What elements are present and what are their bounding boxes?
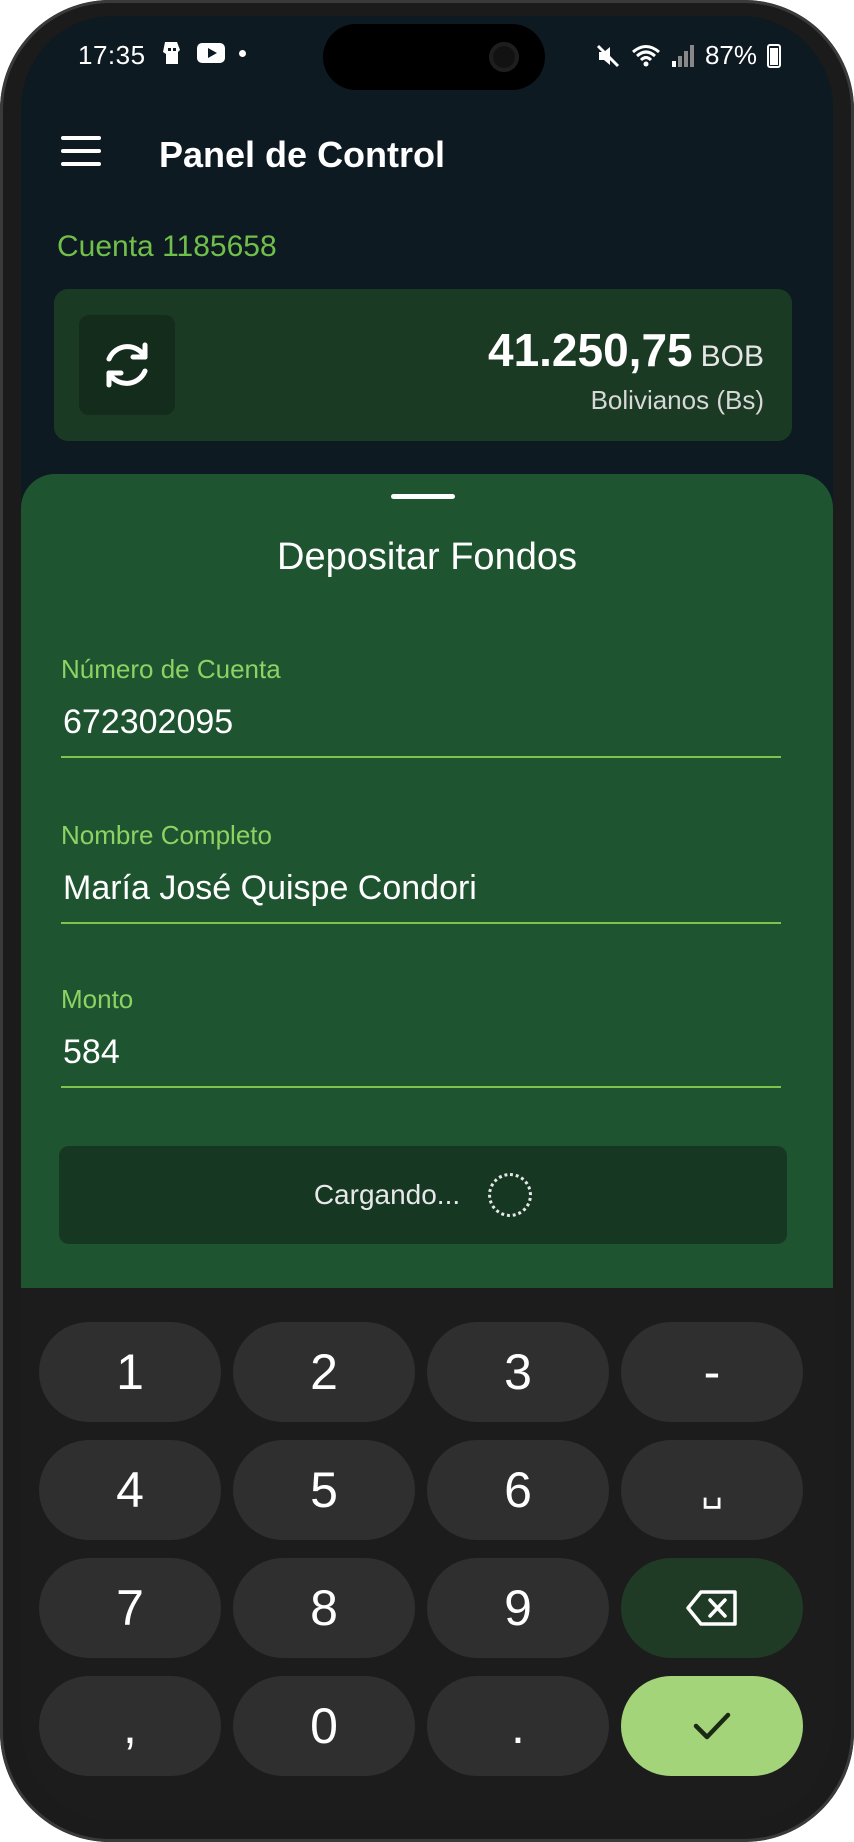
- numeric-keypad: 1 2 3 - 4 5 6 ␣ 7 8 9 , 0 .: [21, 1288, 833, 1821]
- confirm-key[interactable]: [621, 1676, 803, 1776]
- backspace-key[interactable]: [621, 1558, 803, 1658]
- balance-amount: 41.250,75 BOB: [488, 323, 764, 377]
- key-0[interactable]: 0: [233, 1676, 415, 1776]
- field-label: Monto: [61, 984, 134, 1014]
- key-7[interactable]: 7: [39, 1558, 221, 1658]
- key-4[interactable]: 4: [39, 1440, 221, 1540]
- battery-percent: 87%: [704, 40, 757, 70]
- checkmark-icon: [693, 1712, 731, 1740]
- camera-cutout: [323, 24, 545, 90]
- key-6[interactable]: 6: [427, 1440, 609, 1540]
- deposit-bottom-sheet: Depositar Fondos Número de Cuenta 672302…: [21, 474, 833, 1334]
- field-value[interactable]: María José Quispe Condori: [61, 869, 781, 908]
- currency-name: Bolivianos (Bs): [590, 385, 764, 415]
- moai-notification-icon: [163, 42, 180, 64]
- amount-field[interactable]: Monto 584: [61, 984, 781, 1088]
- submit-label: Cargando...: [313, 1179, 461, 1210]
- key-1[interactable]: 1: [39, 1322, 221, 1422]
- balance-value: 41.250,75: [487, 324, 693, 376]
- system-icons: 87%: [595, 40, 781, 71]
- notification-icons: [161, 40, 246, 66]
- key-period[interactable]: .: [427, 1676, 609, 1776]
- field-underline: [61, 1086, 781, 1088]
- field-value[interactable]: 672302095: [61, 703, 781, 742]
- wifi-icon: [631, 44, 660, 66]
- mute-icon: [596, 44, 620, 67]
- page-title: Panel de Control: [159, 134, 446, 175]
- status-time: 17:35: [78, 40, 146, 70]
- more-notifications-dot-icon: [239, 49, 246, 57]
- sheet-title: Depositar Fondos: [277, 536, 577, 578]
- signal-icon: [671, 44, 694, 67]
- field-value[interactable]: 584: [61, 1033, 781, 1072]
- key-8[interactable]: 8: [233, 1558, 415, 1658]
- loading-spinner-icon: [488, 1173, 533, 1217]
- field-label: Número de Cuenta: [61, 654, 281, 684]
- field-label: Nombre Completo: [61, 820, 272, 850]
- balance-card: 41.250,75 BOB Bolivianos (Bs): [54, 289, 792, 441]
- full-name-field[interactable]: Nombre Completo María José Quispe Condor…: [61, 820, 781, 924]
- battery-icon: [767, 43, 781, 68]
- app-bar: Panel de Control: [21, 116, 833, 196]
- refresh-icon: [106, 342, 148, 388]
- key-3[interactable]: 3: [427, 1322, 609, 1422]
- hamburger-menu-icon[interactable]: [61, 136, 101, 168]
- account-number-field[interactable]: Número de Cuenta 672302095: [61, 654, 781, 758]
- youtube-icon: [197, 43, 225, 63]
- key-space[interactable]: ␣: [621, 1440, 803, 1540]
- key-2[interactable]: 2: [233, 1322, 415, 1422]
- key-comma[interactable]: ,: [39, 1676, 221, 1776]
- sheet-drag-handle[interactable]: [391, 494, 455, 499]
- balance-currency: BOB: [700, 340, 764, 373]
- field-underline: [61, 756, 781, 758]
- key-9[interactable]: 9: [427, 1558, 609, 1658]
- field-underline: [61, 922, 781, 924]
- key-minus[interactable]: -: [621, 1322, 803, 1422]
- key-5[interactable]: 5: [233, 1440, 415, 1540]
- deposit-submit-button[interactable]: Cargando...: [59, 1146, 787, 1244]
- account-number-label: Cuenta 1185658: [57, 230, 277, 263]
- backspace-icon: [686, 1590, 737, 1626]
- refresh-button[interactable]: [79, 315, 175, 415]
- screen: 17:35 87% Panel de Control Cuenta 118565…: [21, 16, 833, 1821]
- status-bar: 17:35 87%: [21, 16, 833, 90]
- phone-frame: 17:35 87% Panel de Control Cuenta 118565…: [0, 0, 854, 1842]
